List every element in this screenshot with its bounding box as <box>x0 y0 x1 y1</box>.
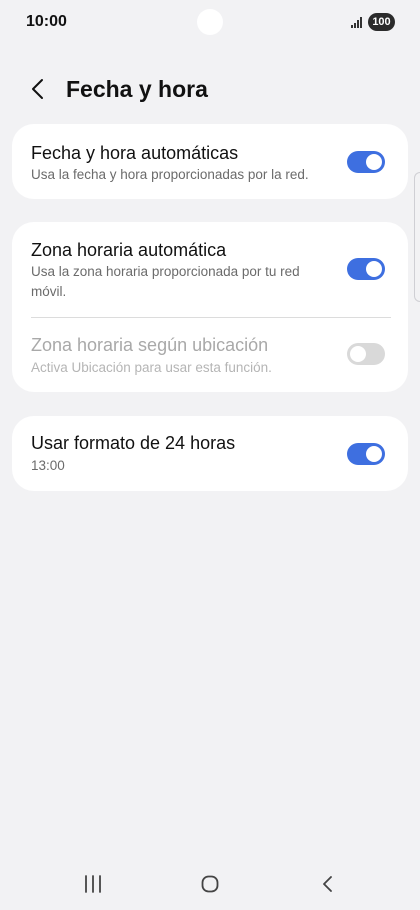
recent-apps-icon[interactable] <box>83 875 103 893</box>
screen: 10:00 100 Fecha y hora Fecha y hora auto… <box>0 0 420 910</box>
settings-card-24h-format: Usar formato de 24 horas 13:00 <box>12 416 408 491</box>
chevron-left-icon[interactable] <box>26 76 52 102</box>
settings-card-timezone: Zona horaria automática Usa la zona hora… <box>12 222 408 392</box>
auto-datetime-toggle[interactable] <box>347 151 385 173</box>
setting-title: Fecha y hora automáticas <box>31 143 239 163</box>
navigation-bar <box>0 858 420 910</box>
setting-subtitle: Usa la zona horaria proporcionada por tu… <box>31 264 300 299</box>
battery-indicator: 100 <box>368 13 395 31</box>
location-timezone-toggle[interactable] <box>347 343 385 365</box>
24h-format-toggle[interactable] <box>347 443 385 465</box>
setting-subtitle: Activa Ubicación para usar esta función. <box>31 360 272 375</box>
signal-bars-icon <box>351 17 364 28</box>
status-time: 10:00 <box>26 13 67 30</box>
setting-row-location-timezone[interactable]: Zona horaria según ubicación Activa Ubic… <box>12 318 408 392</box>
setting-row-24h-format[interactable]: Usar formato de 24 horas 13:00 <box>12 416 408 491</box>
setting-row-auto-timezone[interactable]: Zona horaria automática Usa la zona hora… <box>12 222 408 317</box>
setting-title: Zona horaria automática <box>31 240 227 260</box>
setting-title: Usar formato de 24 horas <box>31 433 236 453</box>
scroll-indicator[interactable] <box>414 172 420 302</box>
setting-title: Zona horaria según ubicación <box>31 335 269 355</box>
status-bar: 10:00 100 <box>0 0 420 48</box>
setting-subtitle: 13:00 <box>31 458 65 473</box>
setting-row-auto-datetime[interactable]: Fecha y hora automáticas Usa la fecha y … <box>12 124 408 199</box>
header: Fecha y hora <box>0 64 420 114</box>
setting-subtitle: Usa la fecha y hora proporcionadas por l… <box>31 167 309 182</box>
auto-timezone-toggle[interactable] <box>347 258 385 280</box>
camera-cutout <box>197 9 223 35</box>
back-icon[interactable] <box>318 874 338 894</box>
page-title: Fecha y hora <box>66 76 208 102</box>
settings-card-auto-datetime: Fecha y hora automáticas Usa la fecha y … <box>12 124 408 199</box>
home-icon[interactable] <box>201 875 219 893</box>
